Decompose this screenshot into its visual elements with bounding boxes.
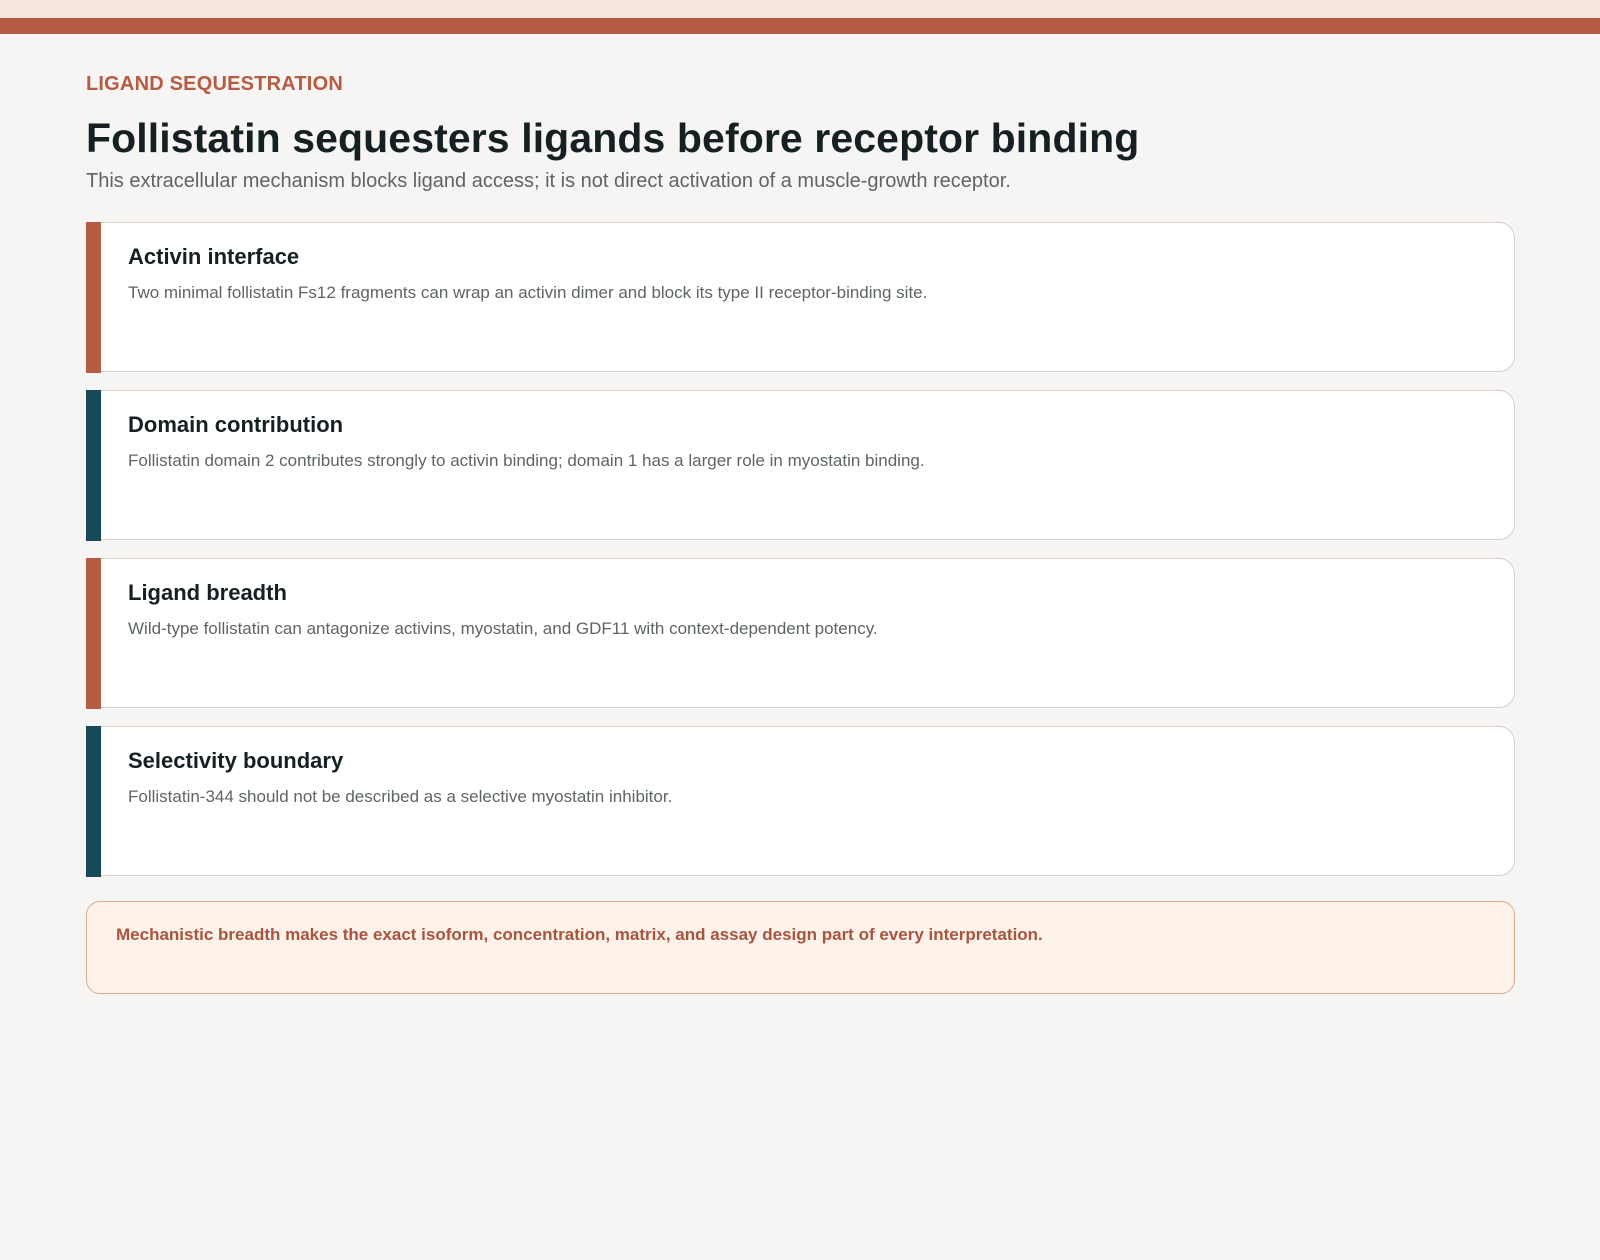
card-activin-interface: Activin interface Two minimal follistati… bbox=[86, 221, 1515, 373]
card-title: Selectivity boundary bbox=[128, 748, 344, 773]
top-accent-bar bbox=[0, 18, 1600, 34]
card-selectivity-boundary: Selectivity boundary Follistatin-344 sho… bbox=[86, 725, 1515, 877]
card-text: Two minimal follistatin Fs12 fragments c… bbox=[128, 283, 928, 302]
card-text: Follistatin-344 should not be described … bbox=[128, 787, 673, 806]
section-eyebrow: LIGAND SEQUESTRATION bbox=[86, 73, 343, 95]
interpretation-note: Mechanistic breadth makes the exact isof… bbox=[86, 901, 1515, 994]
page-title: Follistatin sequesters ligands before re… bbox=[86, 115, 1140, 161]
card-accent-bar bbox=[86, 389, 101, 541]
note-text: Mechanistic breadth makes the exact isof… bbox=[116, 925, 1043, 944]
card-text: Follistatin domain 2 contributes strongl… bbox=[128, 451, 925, 470]
card-title: Ligand breadth bbox=[128, 580, 287, 605]
card-domain-contribution: Domain contribution Follistatin domain 2… bbox=[86, 389, 1515, 541]
card-accent-bar bbox=[86, 557, 101, 709]
card-accent-bar bbox=[86, 221, 101, 373]
card-text: Wild-type follistatin can antagonize act… bbox=[128, 619, 878, 638]
card-ligand-breadth: Ligand breadth Wild-type follistatin can… bbox=[86, 557, 1515, 709]
page-subtitle: This extracellular mechanism blocks liga… bbox=[86, 170, 1011, 192]
card-title: Activin interface bbox=[128, 244, 300, 269]
top-band bbox=[0, 0, 1600, 18]
card-accent-bar bbox=[86, 725, 101, 877]
card-title: Domain contribution bbox=[128, 412, 344, 437]
